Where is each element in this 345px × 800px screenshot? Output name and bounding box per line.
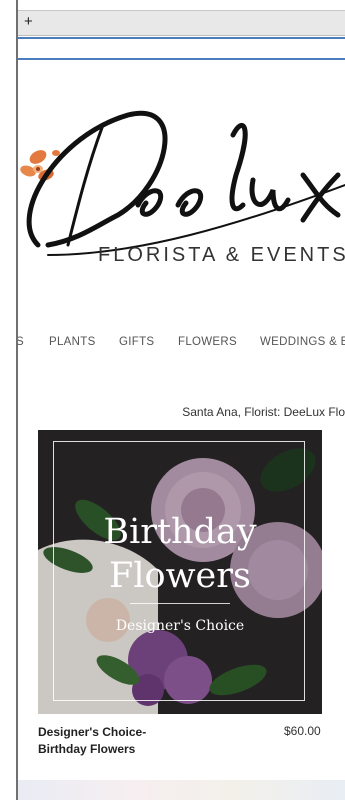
next-product-image-partial[interactable] <box>18 780 345 800</box>
product-name-link[interactable]: Designer's Choice- Birthday Flowers <box>38 724 198 758</box>
breadcrumb: Santa Ana, Florist: DeeLux Flo <box>182 405 345 419</box>
address-bar-bottom-border <box>18 58 345 60</box>
main-navigation: S PLANTS GIFTS FLOWERS WEDDINGS & E <box>18 336 345 354</box>
image-title-line2: Flowers <box>109 556 251 596</box>
new-tab-button[interactable]: + <box>24 13 33 30</box>
image-divider <box>130 603 230 604</box>
nav-item-plants[interactable]: PLANTS <box>49 336 96 348</box>
product-price: $60.00 <box>284 724 321 738</box>
window-left-border <box>0 0 18 800</box>
nav-item-gifts[interactable]: GIFTS <box>119 336 154 348</box>
product-image[interactable]: Birthday Flowers Designer's Choice <box>38 430 322 714</box>
image-subtitle: Designer's Choice <box>115 618 245 634</box>
brand-subtitle: FLORISTA & EVENTS <box>98 244 345 266</box>
browser-tab-bar: + <box>18 10 345 36</box>
image-title-line1: Birthday <box>103 512 257 552</box>
nav-item-partial[interactable]: S <box>18 336 24 348</box>
nav-item-weddings[interactable]: WEDDINGS & E <box>260 336 345 348</box>
nav-item-flowers[interactable]: FLOWERS <box>178 336 237 348</box>
address-bar-top-border <box>18 37 345 39</box>
